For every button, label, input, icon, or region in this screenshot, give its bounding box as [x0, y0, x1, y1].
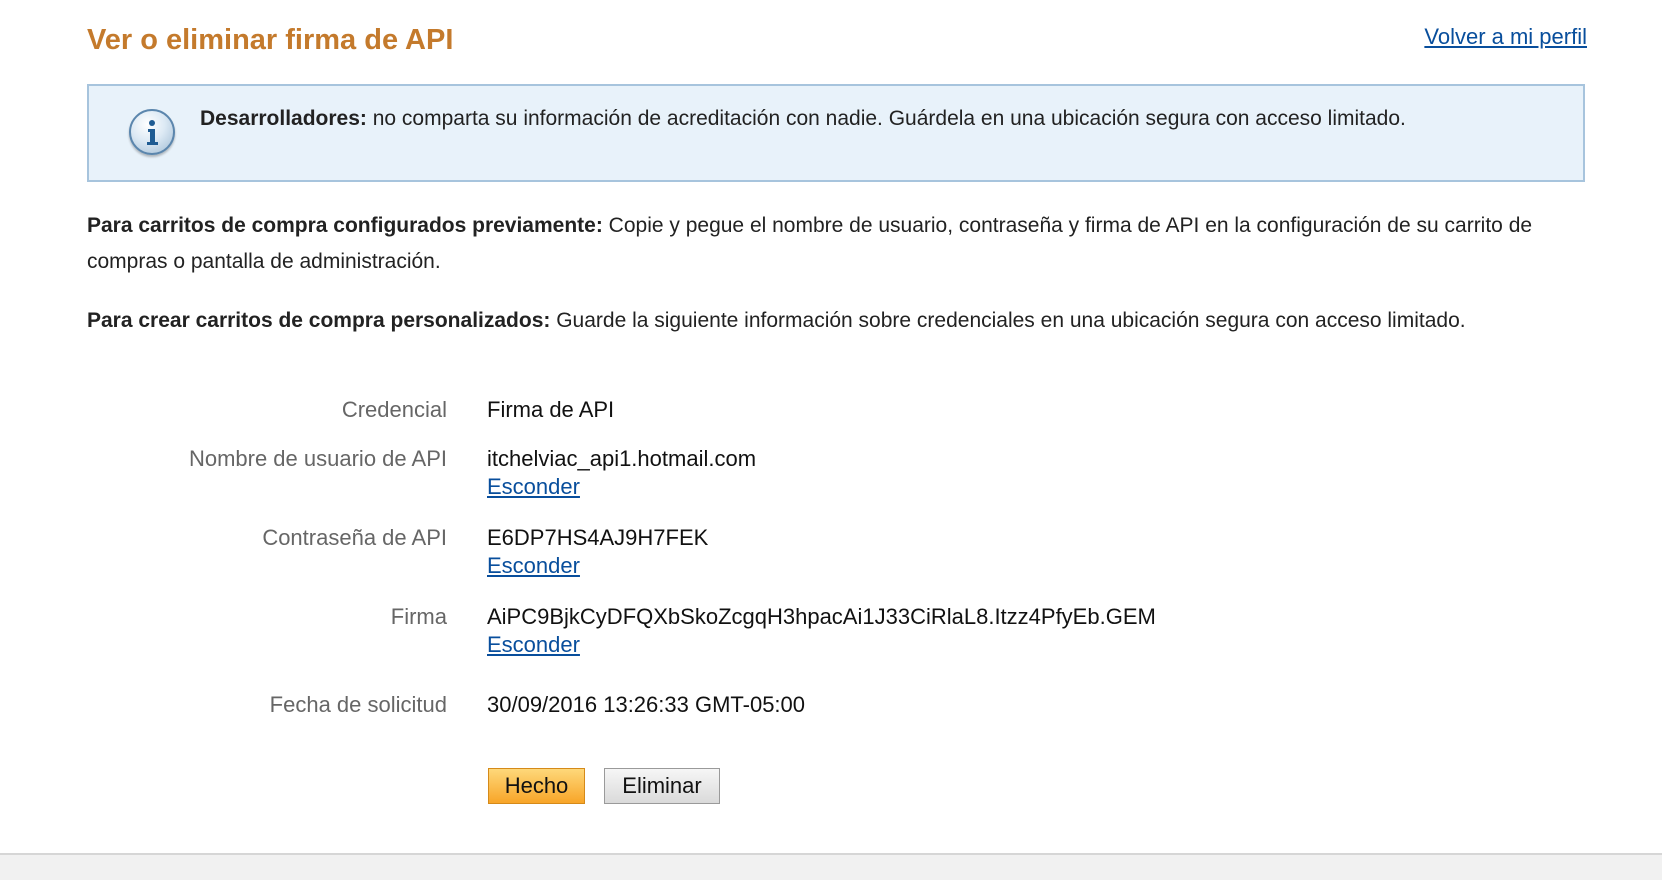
hide-username-link[interactable]: Esconder	[487, 474, 580, 500]
developer-notice: Desarrolladores: no comparta su informac…	[87, 84, 1585, 182]
notice-text: Desarrolladores: no comparta su informac…	[200, 105, 1500, 133]
instruction-heading: Para crear carritos de compra personaliz…	[87, 309, 551, 332]
signature-value: AiPC9BjkCyDFQXbSkoZcgqH3hpacAi1J33CiRlaL…	[487, 604, 1156, 629]
request-date-label: Fecha de solicitud	[269, 692, 447, 717]
credential-value: Firma de API	[487, 397, 615, 422]
back-to-profile-link[interactable]: Volver a mi perfil	[1424, 24, 1587, 50]
api-password-label: Contraseña de API	[262, 525, 447, 550]
page-title: Ver o eliminar firma de API	[87, 24, 454, 56]
signature-label: Firma	[390, 604, 447, 629]
instruction-heading: Para carritos de compra configurados pre…	[87, 214, 603, 237]
credential-label: Credencial	[341, 397, 447, 422]
preconfigured-carts-instructions: Para carritos de compra configurados pre…	[87, 208, 1577, 280]
page-header: Ver o eliminar firma de API Volver a mi …	[87, 18, 1587, 68]
api-password-value: E6DP7HS4AJ9H7FEK	[487, 525, 709, 550]
footer-bar	[0, 853, 1662, 880]
delete-button[interactable]: Eliminar	[604, 768, 720, 804]
hide-signature-link[interactable]: Esconder	[487, 632, 580, 658]
api-signature-page: Ver o eliminar firma de API Volver a mi …	[0, 0, 1662, 880]
done-button[interactable]: Hecho	[488, 768, 585, 804]
hide-password-link[interactable]: Esconder	[487, 553, 580, 579]
request-date-value: 30/09/2016 13:26:33 GMT-05:00	[487, 692, 806, 717]
custom-carts-instructions: Para crear carritos de compra personaliz…	[87, 303, 1577, 339]
notice-bold: Desarrolladores:	[200, 107, 367, 130]
instruction-body: Guarde la siguiente información sobre cr…	[550, 309, 1466, 332]
info-icon	[129, 109, 175, 155]
api-username-label: Nombre de usuario de API	[188, 446, 447, 471]
notice-body: no comparta su información de acreditaci…	[366, 107, 1406, 130]
api-username-value: itchelviac_api1.hotmail.com	[487, 446, 757, 471]
